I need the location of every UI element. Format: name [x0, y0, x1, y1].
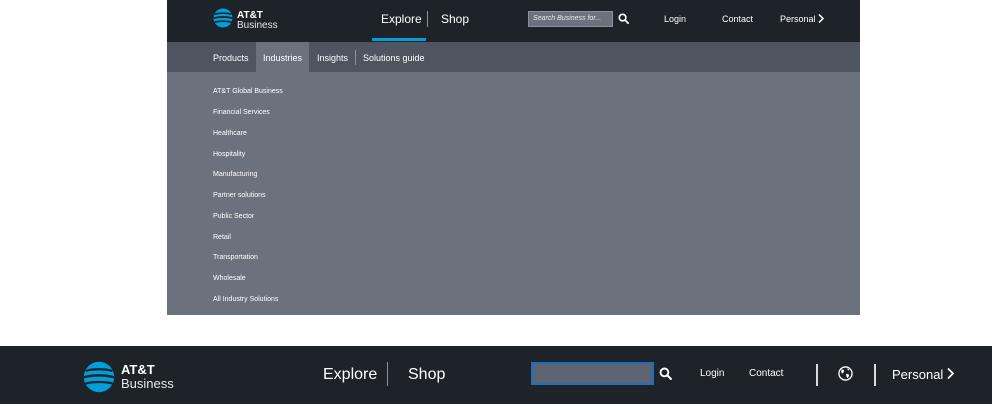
search-input[interactable]: Search Business for...: [528, 11, 613, 27]
search-input[interactable]: [531, 362, 654, 385]
contact-link[interactable]: Contact: [749, 368, 783, 379]
menu-item-retail[interactable]: Retail: [213, 234, 231, 241]
subnav-solutions-guide[interactable]: Solutions guide: [356, 42, 432, 72]
nav-divider: [427, 11, 428, 27]
menu-item-transportation[interactable]: Transportation: [213, 254, 258, 261]
login-link[interactable]: Login: [700, 368, 724, 379]
tab-explore[interactable]: Explore: [323, 366, 377, 384]
brand-name: AT&T: [121, 362, 155, 377]
att-globe-logo-icon: [213, 8, 233, 28]
chevron-right-icon: [947, 367, 955, 380]
personal-link[interactable]: Personal: [780, 14, 816, 24]
menu-item-hospitality[interactable]: Hospitality: [213, 151, 245, 158]
menu-item-healthcare[interactable]: Healthcare: [213, 130, 247, 137]
sub-navigation: Products Industries Insights Solutions g…: [167, 42, 860, 72]
globe-icon[interactable]: [838, 366, 853, 381]
menu-item-public-sector[interactable]: Public Sector: [213, 213, 254, 220]
login-link[interactable]: Login: [664, 14, 686, 24]
bottom-global-nav: AT&T Business Explore Shop Login Contact…: [0, 346, 992, 404]
menu-item-partner-solutions[interactable]: Partner solutions: [213, 192, 266, 199]
menu-item-wholesale[interactable]: Wholesale: [213, 275, 246, 282]
tab-shop[interactable]: Shop: [441, 12, 469, 26]
menu-item-all-industry-solutions[interactable]: All Industry Solutions: [213, 296, 278, 303]
menu-item-financial-services[interactable]: Financial Services: [213, 109, 270, 116]
personal-link[interactable]: Personal: [892, 367, 943, 382]
att-globe-logo-icon: [83, 361, 115, 393]
brand-subtitle: Business: [121, 376, 174, 391]
att-business-logo[interactable]: AT&T Business: [213, 8, 283, 34]
menu-item-att-global-business[interactable]: AT&T Global Business: [213, 88, 283, 95]
subnav-products[interactable]: Products: [206, 42, 256, 72]
brand-subtitle: Business: [237, 20, 278, 31]
chevron-right-icon: [818, 13, 825, 24]
search-icon[interactable]: [659, 367, 672, 380]
att-business-logo[interactable]: AT&T Business: [83, 361, 183, 393]
nav-divider: [816, 364, 818, 386]
search-icon[interactable]: [618, 13, 629, 24]
top-nav-panel: AT&T Business Explore Shop Search Busine…: [167, 0, 860, 315]
subnav-industries[interactable]: Industries: [256, 42, 310, 72]
menu-item-manufacturing[interactable]: Manufacturing: [213, 171, 257, 178]
active-tab-indicator: [372, 38, 426, 41]
nav-divider: [874, 364, 876, 386]
top-global-nav: AT&T Business Explore Shop Search Busine…: [167, 0, 860, 42]
subnav-insights[interactable]: Insights: [310, 42, 355, 72]
contact-link[interactable]: Contact: [722, 14, 753, 24]
tab-shop[interactable]: Shop: [408, 366, 445, 384]
nav-divider: [387, 362, 388, 386]
tab-explore[interactable]: Explore: [381, 12, 422, 26]
